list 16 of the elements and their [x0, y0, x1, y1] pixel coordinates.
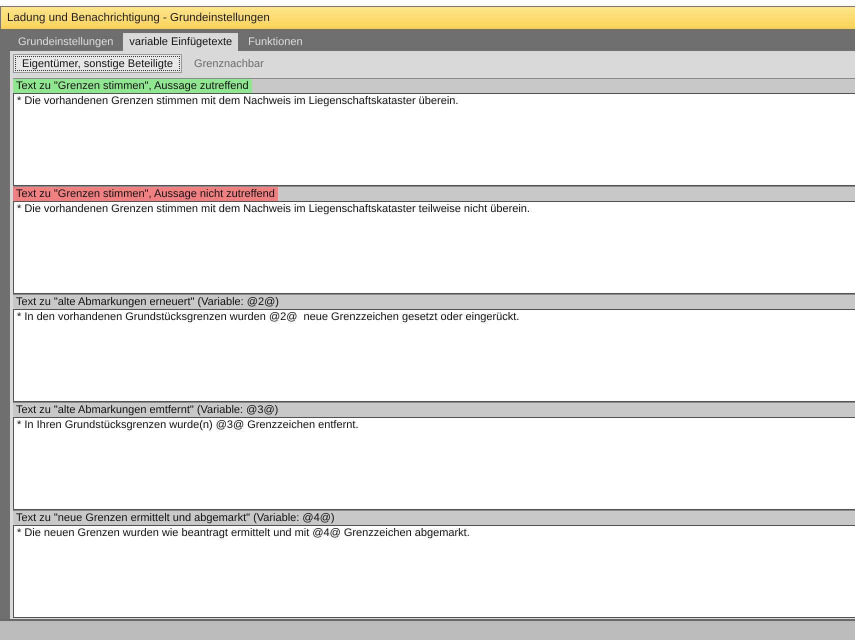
- tab[interactable]: Eigentümer, sonstige Beteiligte: [13, 54, 182, 73]
- field-label: Text zu "alte Abmarkungen emtfernt" (Variable: @3@): [15, 403, 280, 417]
- text-area[interactable]: * Die vorhandenen Grenzen stimmen mit dem Nachweis im Liegenschaftskataster überein.: [13, 93, 855, 186]
- text-area[interactable]: * In den vorhandenen Grundstücksgrenzen wurden @2@ neue Grenzzeichen gesetzt oder eingerückt.: [13, 309, 855, 402]
- text-area[interactable]: * In Ihren Grundstücksgrenzen wurde(n) @3@ Grenzzeichen entfernt.: [13, 417, 855, 510]
- tab[interactable]: Funktionen: [242, 33, 309, 51]
- tab[interactable]: variable Einfügetexte: [123, 33, 238, 51]
- text-area[interactable]: * Die vorhandenen Grenzen stimmen mit dem Nachweis im Liegenschaftskataster teilweise nicht überein.: [13, 201, 855, 294]
- tab[interactable]: Grenznachbar: [186, 54, 272, 73]
- window-title: Ladung und Benachrichtigung - Grundeinstellungen: [0, 6, 855, 29]
- field-label: Text zu "Grenzen stimmen", Aussage nicht zutreffend: [13, 187, 278, 201]
- field-label: Text zu "alte Abmarkungen erneuert" (Variable: @2@): [15, 295, 280, 309]
- tab[interactable]: Grundeinstellungen: [12, 33, 120, 51]
- text-area[interactable]: * Die neuen Grenzen wurden wie beantragt ermittelt und mit @4@ Grenzzeichen abgemarkt.: [13, 525, 855, 618]
- field-label: Text zu "Grenzen stimmen", Aussage zutreffend: [13, 79, 252, 93]
- field-label: Text zu "neue Grenzen ermittelt und abgemarkt" (Variable: @4@): [15, 511, 336, 525]
